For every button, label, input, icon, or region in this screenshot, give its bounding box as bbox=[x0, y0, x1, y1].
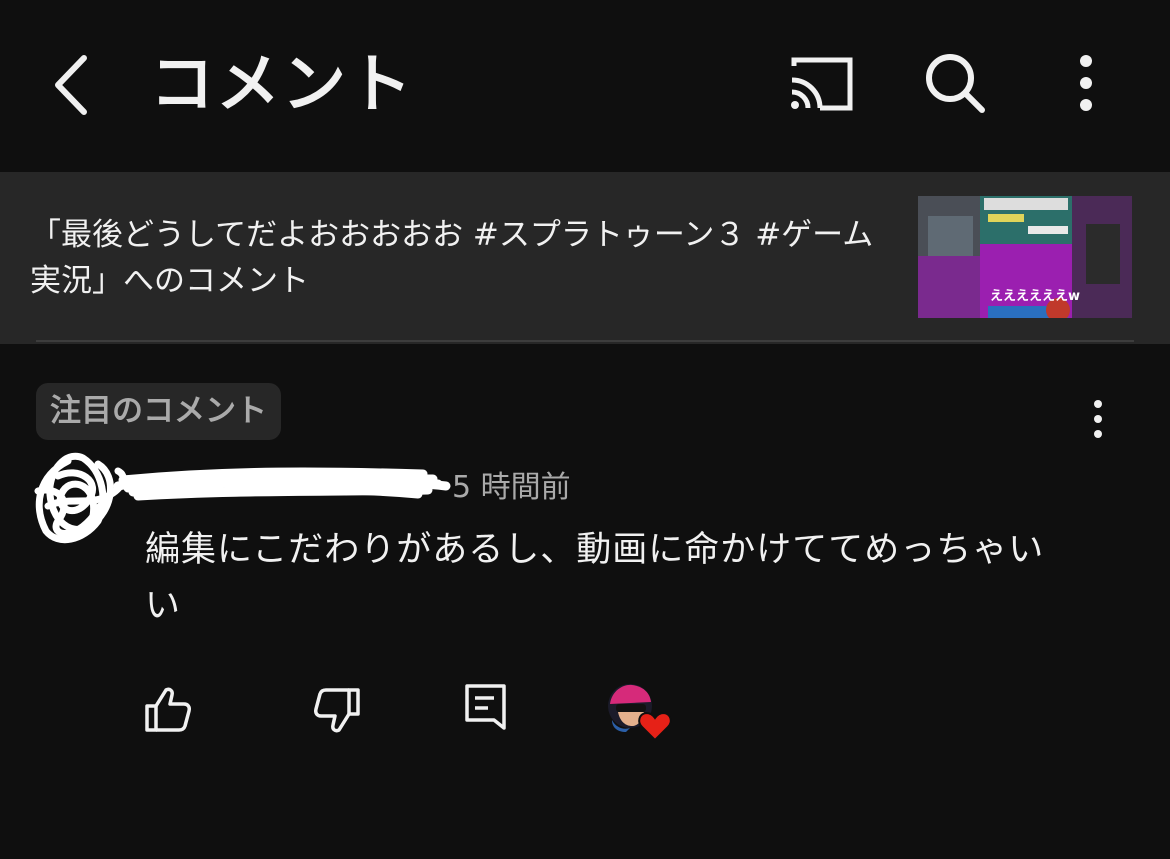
dislike-button[interactable] bbox=[311, 684, 363, 736]
dislike-icon bbox=[314, 688, 360, 733]
page-title: コメント bbox=[150, 48, 414, 122]
app-bar: コメント bbox=[0, 0, 1170, 172]
back-button[interactable] bbox=[44, 50, 104, 120]
reply-button[interactable] bbox=[462, 682, 510, 734]
creator-heart-badge bbox=[606, 682, 676, 742]
search-button[interactable] bbox=[922, 50, 988, 116]
video-title: 「最後どうしてだよおおおおお #スプラトゥーン３ #ゲーム実況」へのコメント bbox=[30, 217, 874, 299]
thumbnail-caption: ええええええw bbox=[990, 289, 1080, 304]
reply-icon bbox=[465, 684, 506, 730]
back-arrow-icon bbox=[55, 55, 87, 115]
search-icon bbox=[926, 54, 985, 113]
video-banner[interactable]: 「最後どうしてだよおおおおお #スプラトゥーン３ #ゲーム実況」へのコメント え… bbox=[0, 172, 1170, 344]
more-vert-icon bbox=[1094, 400, 1102, 438]
comment-more-button[interactable] bbox=[1080, 398, 1116, 442]
cast-button[interactable] bbox=[786, 52, 856, 114]
banner-divider bbox=[36, 340, 1134, 342]
like-icon bbox=[145, 687, 191, 732]
comment-text: 編集にこだわりがあるし、動画に命かけててめっちゃいい bbox=[145, 530, 1045, 626]
video-thumbnail[interactable]: ええええええw bbox=[918, 196, 1132, 318]
creator-heart-icon bbox=[608, 684, 672, 742]
pinned-comment-badge: 注目のコメント bbox=[36, 383, 281, 440]
more-options-button[interactable] bbox=[1064, 48, 1108, 118]
cast-icon bbox=[791, 57, 853, 111]
thumbnail-image: ええええええw bbox=[918, 196, 1132, 318]
more-vert-icon bbox=[1080, 55, 1092, 111]
like-button[interactable] bbox=[142, 684, 194, 736]
comment-time: 5 時間前 bbox=[452, 470, 571, 505]
